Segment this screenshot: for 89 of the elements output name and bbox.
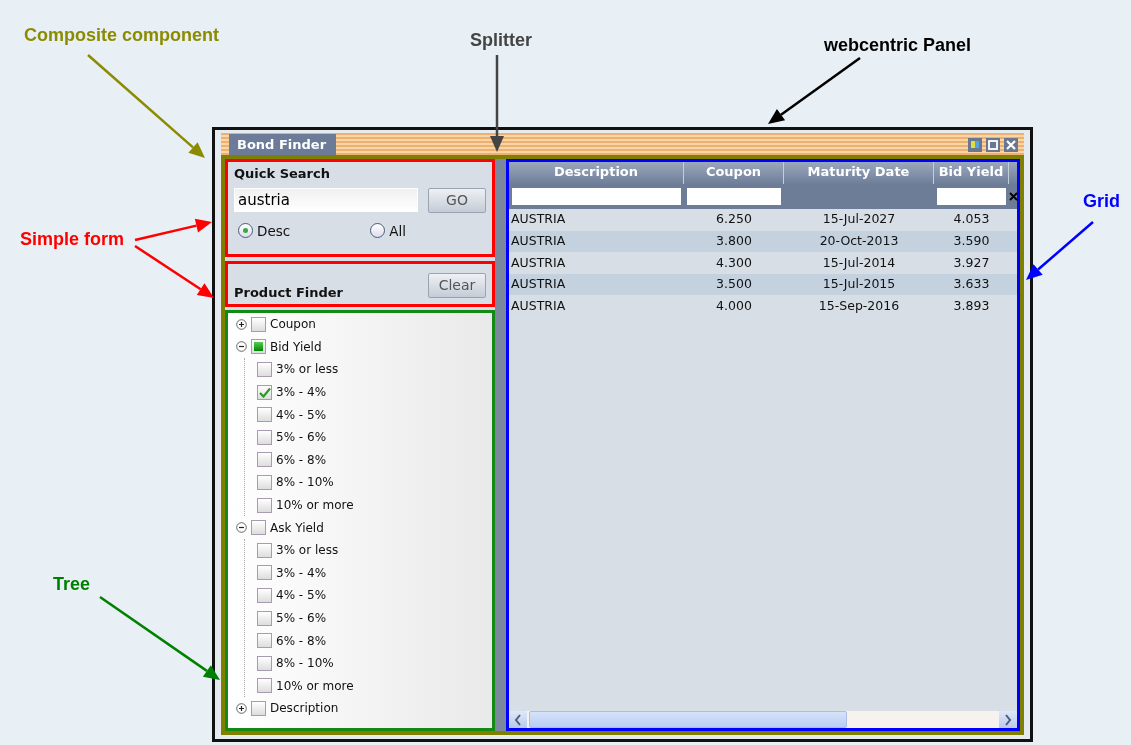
- scroll-right-button[interactable]: [999, 711, 1017, 728]
- checkbox[interactable]: [251, 339, 266, 355]
- table-cell-text: 20-Oct-2013: [818, 232, 900, 250]
- checkbox[interactable]: [257, 542, 272, 558]
- collapse-icon[interactable]: [236, 522, 247, 534]
- checkbox[interactable]: [257, 565, 272, 581]
- table-cell-text: 3.893: [952, 296, 991, 315]
- maximize-icon[interactable]: [986, 138, 1000, 152]
- tree-item-label[interactable]: 8% - 10%: [276, 473, 334, 492]
- expand-icon[interactable]: [236, 318, 247, 330]
- tree-item-label[interactable]: Coupon: [270, 315, 316, 334]
- tree-item-label[interactable]: 3% or less: [276, 360, 339, 379]
- checkbox[interactable]: [257, 587, 272, 603]
- table-cell-text: AUSTRIA: [510, 275, 567, 294]
- table-cell-text: 3.633: [952, 275, 991, 294]
- table-cell-text: 15-Jul-2015: [821, 275, 897, 294]
- tree-item-label[interactable]: 4% - 5%: [276, 405, 327, 424]
- tree-item-label[interactable]: 3% - 4%: [276, 383, 327, 402]
- clear-filter-icon[interactable]: [1009, 192, 1018, 201]
- filter-field[interactable]: [937, 188, 1006, 205]
- window-title: Bond Finder: [229, 133, 337, 155]
- collapse-icon[interactable]: [236, 341, 247, 353]
- tree-item-label[interactable]: 6% - 8%: [276, 631, 327, 650]
- table-cell-text: AUSTRIA: [510, 296, 567, 315]
- checkbox[interactable]: [251, 520, 266, 536]
- checkbox[interactable]: [257, 678, 272, 694]
- annotation-label: Grid: [1083, 192, 1120, 212]
- checkbox[interactable]: [251, 316, 266, 332]
- checkbox[interactable]: [257, 633, 272, 649]
- tree-item-label[interactable]: Bid Yield: [270, 337, 322, 356]
- checkbox[interactable]: [257, 497, 272, 513]
- chevron-right-icon: [1004, 713, 1012, 726]
- tree-item-label[interactable]: 10% or more: [276, 676, 354, 695]
- tree-item-label[interactable]: 8% - 10%: [276, 654, 334, 673]
- table-cell-text: 15-Sep-2016: [817, 296, 901, 315]
- form-title: Product Finder: [234, 283, 343, 302]
- table-cell-text: 15-Jul-2027: [821, 210, 897, 229]
- tree-item-label[interactable]: 6% - 8%: [276, 450, 327, 469]
- table-cell-text: 6.250: [715, 210, 753, 229]
- checkbox[interactable]: [257, 452, 272, 468]
- table-cell-text: 4.300: [715, 253, 753, 272]
- table-cell-text: 3.800: [715, 232, 753, 250]
- chevron-left-icon: [514, 713, 522, 726]
- table-cell-text: 3.927: [952, 253, 991, 272]
- radio-label[interactable]: Desc: [257, 220, 291, 241]
- table-cell-text: 4.053: [952, 210, 991, 229]
- scroll-left-button[interactable]: [509, 711, 527, 728]
- checkbox[interactable]: [257, 474, 272, 490]
- table-cell-text: AUSTRIA: [510, 253, 567, 272]
- radio-label[interactable]: All: [389, 220, 406, 241]
- checkbox[interactable]: [257, 362, 272, 377]
- checkbox[interactable]: [257, 655, 272, 671]
- go-button[interactable]: GO: [428, 187, 486, 213]
- annotation-label: Composite component: [24, 26, 219, 46]
- annotation-label: webcentric Panel: [824, 36, 972, 56]
- expand-icon[interactable]: [236, 702, 247, 714]
- checkbox[interactable]: [257, 429, 272, 445]
- annotation-arrow: [1026, 221, 1094, 280]
- tree-item-label[interactable]: 4% - 5%: [276, 586, 327, 605]
- table-cell-text: 3.590: [952, 232, 991, 250]
- checkbox[interactable]: [257, 407, 272, 423]
- tree-item-label[interactable]: 5% - 6%: [276, 609, 327, 627]
- tree-item-label[interactable]: Description: [270, 699, 339, 718]
- table-cell-text: 15-Jul-2014: [821, 253, 897, 272]
- annotation-label: Splitter: [470, 31, 532, 51]
- radio-button[interactable]: [238, 223, 253, 239]
- dock-icon[interactable]: [968, 138, 982, 152]
- checkbox[interactable]: [251, 700, 266, 716]
- annotation-label: Tree: [53, 575, 91, 595]
- tree-item-label[interactable]: Ask Yield: [270, 518, 324, 537]
- checkbox[interactable]: [257, 384, 272, 400]
- form-title: Quick Search: [234, 165, 331, 183]
- clear-button[interactable]: Clear: [428, 273, 486, 298]
- checkbox[interactable]: [257, 610, 272, 626]
- tree-item-label[interactable]: 10% or more: [276, 496, 354, 515]
- close-icon[interactable]: [1004, 138, 1018, 152]
- table-cell-text: AUSTRIA: [510, 232, 567, 250]
- tree-item-label[interactable]: 3% or less: [276, 541, 339, 560]
- search-field[interactable]: austria: [234, 188, 418, 212]
- tree-item-label[interactable]: 3% - 4%: [276, 563, 327, 582]
- table-cell-text: 4.000: [715, 296, 753, 315]
- filter-field[interactable]: [512, 188, 681, 205]
- tree-item-label[interactable]: 5% - 6%: [276, 428, 327, 447]
- radio-button[interactable]: [370, 223, 386, 239]
- scrollbar-thumb[interactable]: [529, 711, 847, 728]
- annotation-label: Simple form: [20, 230, 125, 250]
- table-cell-text: AUSTRIA: [510, 210, 567, 229]
- filter-field[interactable]: [687, 188, 781, 205]
- table-cell-text: 3.500: [715, 275, 753, 294]
